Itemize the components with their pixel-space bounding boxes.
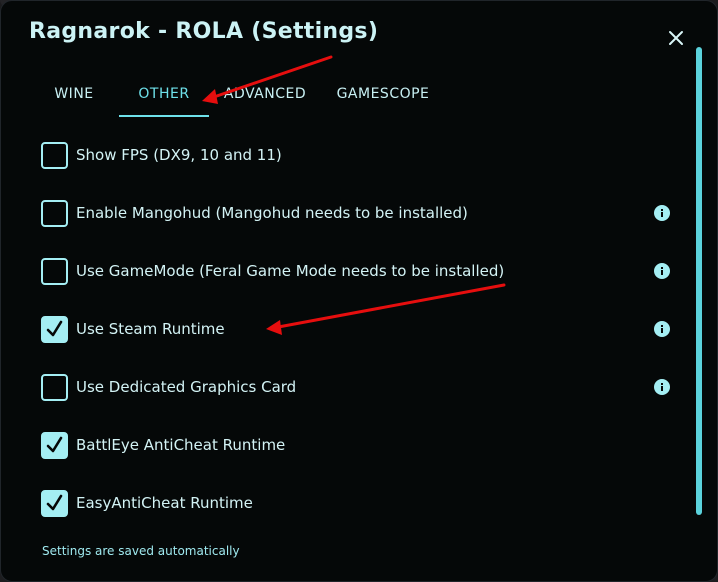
option-use-steam-runtime[interactable]: Use Steam Runtime <box>41 316 681 344</box>
checkmark-icon <box>46 436 63 453</box>
option-label: BattlEye AntiCheat Runtime <box>76 436 286 454</box>
use-gamemode-checkbox[interactable] <box>41 258 68 285</box>
use-dedicated-graphics-checkbox[interactable] <box>41 374 68 401</box>
info-icon[interactable] <box>654 379 670 395</box>
autosave-note: Settings are saved automatically <box>42 544 240 558</box>
info-icon[interactable] <box>654 205 670 221</box>
battleye-runtime-checkbox[interactable] <box>41 432 68 459</box>
easyanticheat-runtime-checkbox[interactable] <box>41 490 68 517</box>
option-use-dedicated-graphics[interactable]: Use Dedicated Graphics Card <box>41 374 681 402</box>
close-button[interactable] <box>665 27 687 49</box>
option-label: Use Steam Runtime <box>76 320 225 338</box>
option-enable-mangohud[interactable]: Enable Mangohud (Mangohud needs to be in… <box>41 200 681 228</box>
settings-dialog: Ragnarok - ROLA (Settings) WINE OTHER AD… <box>0 0 718 582</box>
option-label: Use GameMode (Feral Game Mode needs to b… <box>76 262 505 280</box>
dialog-title: Ragnarok - ROLA (Settings) <box>29 19 379 44</box>
option-use-gamemode[interactable]: Use GameMode (Feral Game Mode needs to b… <box>41 258 681 286</box>
checkmark-icon <box>46 320 63 337</box>
option-easyanticheat-runtime[interactable]: EasyAntiCheat Runtime <box>41 490 681 518</box>
info-icon[interactable] <box>654 321 670 337</box>
option-label: Show FPS (DX9, 10 and 11) <box>76 146 282 164</box>
checkmark-icon <box>46 494 63 511</box>
option-label: EasyAntiCheat Runtime <box>76 494 253 512</box>
tab-advanced[interactable]: ADVANCED <box>219 75 311 115</box>
tab-wine[interactable]: WINE <box>39 75 109 115</box>
show-fps-checkbox[interactable] <box>41 142 68 169</box>
option-label: Enable Mangohud (Mangohud needs to be in… <box>76 204 468 222</box>
option-battleye-runtime[interactable]: BattlEye AntiCheat Runtime <box>41 432 681 460</box>
tab-gamescope[interactable]: GAMESCOPE <box>327 75 439 115</box>
use-steam-runtime-checkbox[interactable] <box>41 316 68 343</box>
scrollbar-thumb[interactable] <box>696 47 702 515</box>
option-show-fps[interactable]: Show FPS (DX9, 10 and 11) <box>41 142 681 170</box>
tab-other[interactable]: OTHER <box>119 75 209 117</box>
enable-mangohud-checkbox[interactable] <box>41 200 68 227</box>
tab-bar: WINE OTHER ADVANCED GAMESCOPE <box>1 75 701 119</box>
close-icon <box>669 31 683 45</box>
option-label: Use Dedicated Graphics Card <box>76 378 297 396</box>
info-icon[interactable] <box>654 263 670 279</box>
